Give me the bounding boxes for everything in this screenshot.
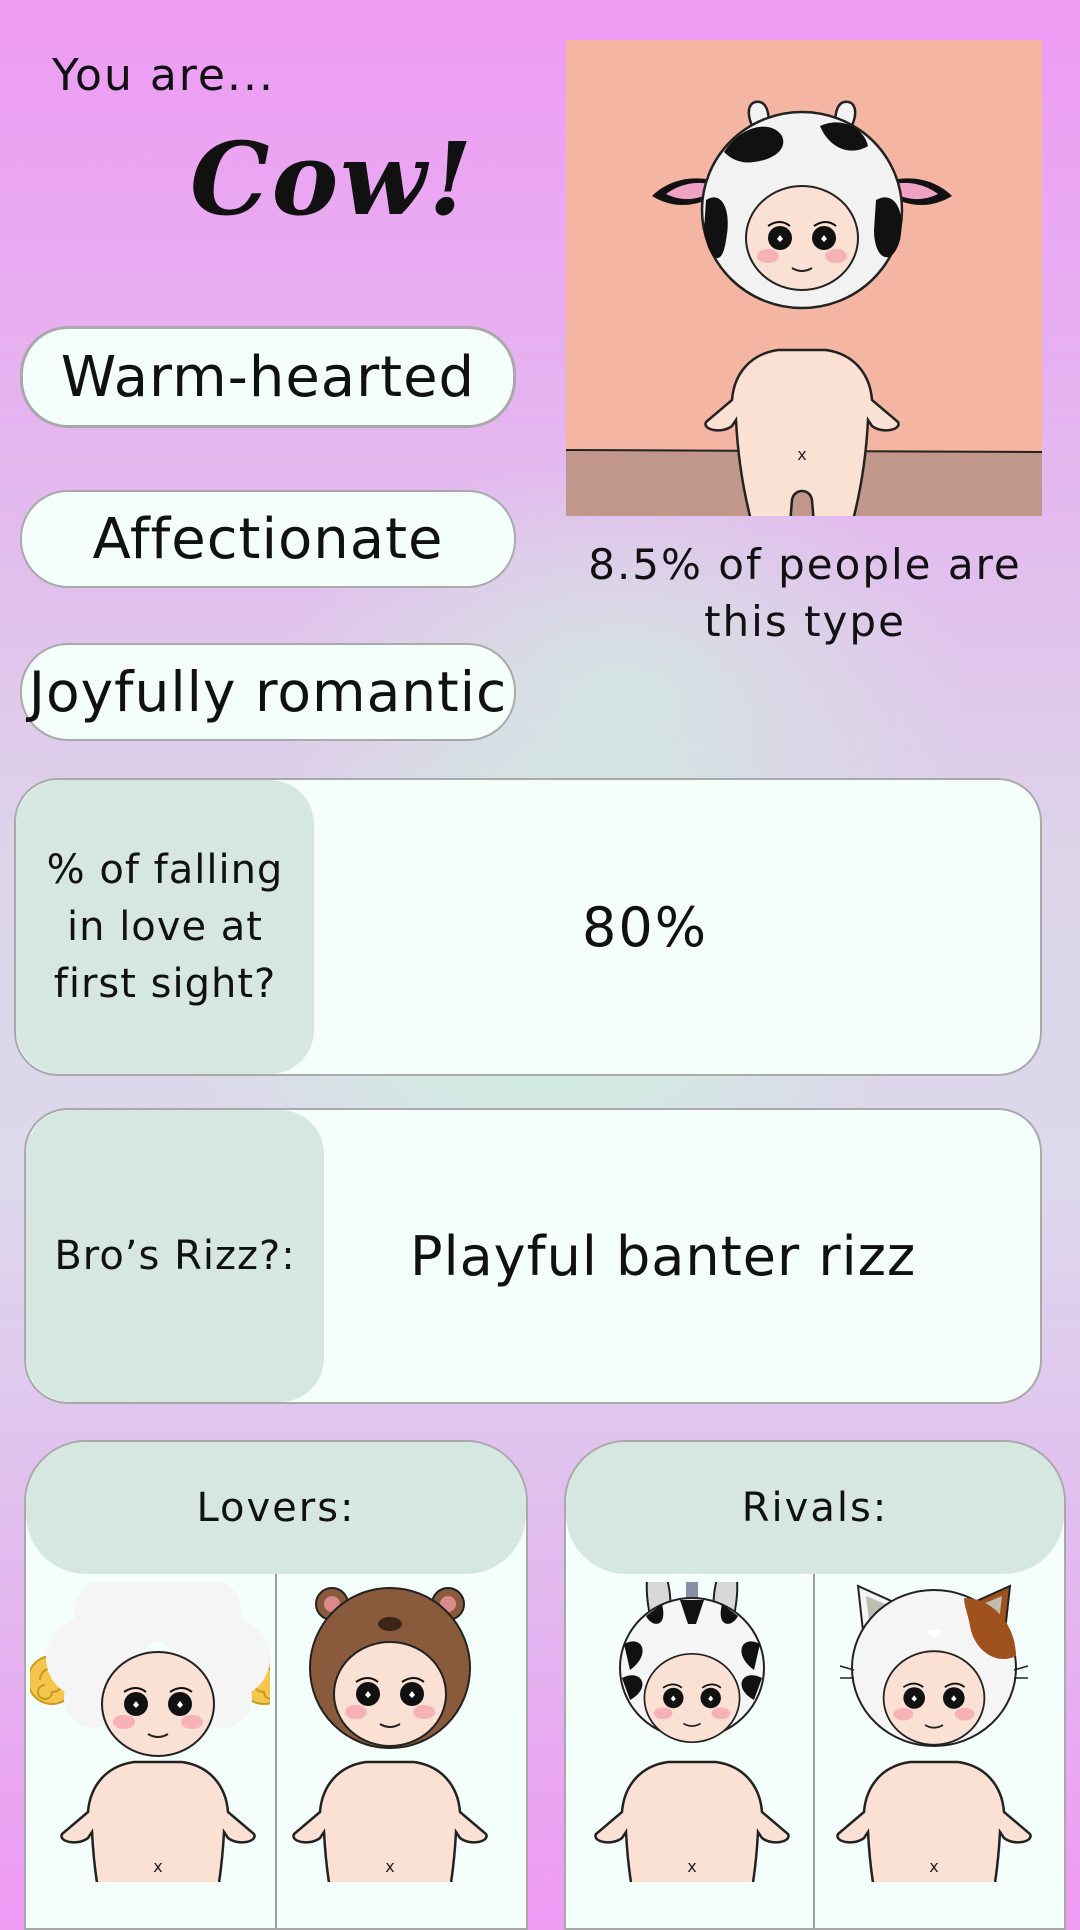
rizz-label: Bro’s Rizz?: [26, 1110, 324, 1402]
rivals-panel: Rivals: [564, 1440, 1066, 1930]
rivals-heading: Rivals: [566, 1442, 1064, 1574]
type-name: Cow! [190, 120, 475, 238]
lover-sheep-image [27, 1562, 289, 1928]
lovers-heading: Lovers: [26, 1442, 526, 1574]
love-at-first-sight-value: 80% [582, 895, 709, 959]
intro-text: You are... [52, 50, 275, 101]
lovers-panel: Lovers: [24, 1440, 528, 1930]
lover-bear-image [280, 1582, 520, 1928]
rival-zebra-image [570, 1560, 810, 1928]
cow-character-image [566, 40, 1042, 516]
trait-pill-affectionate: Affectionate [20, 490, 516, 588]
trait-pill-warm-hearted: Warm-hearted [20, 326, 516, 428]
lovers-divider [275, 1574, 277, 1928]
rizz-value: Playful banter rizz [410, 1224, 917, 1288]
love-at-first-sight-card: % of falling in love at first sight? 80% [14, 778, 1042, 1076]
trait-pill-joyfully-romantic: Joyfully romantic [20, 643, 516, 741]
rivals-divider [813, 1574, 815, 1928]
love-at-first-sight-label: % of falling in love at first sight? [16, 780, 314, 1074]
type-percentage-text: 8.5% of people are this type [588, 540, 1022, 646]
rizz-card: Bro’s Rizz?: Playful banter rizz [24, 1108, 1042, 1404]
rival-cat-image [818, 1582, 1058, 1928]
